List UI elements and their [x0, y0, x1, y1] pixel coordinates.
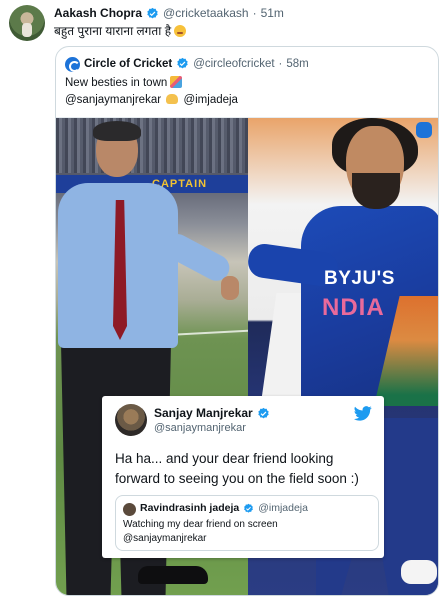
card-inner-quote: Ravindrasinh jadeja @imjadeja Watching m…	[115, 495, 379, 551]
jersey-sponsor: BYJU'S	[324, 268, 395, 289]
card-author-name: Sanjay Manjrekar	[154, 406, 253, 420]
tweet-photo[interactable]: CAPTAIN BYJU'S NDIA Sanjay Manjrekar @sa…	[56, 117, 438, 595]
verified-badge-icon	[177, 57, 188, 69]
handshake-emoji-icon	[166, 94, 179, 104]
quoted-tweet[interactable]: Circle of Cricket @circleofcricket · 58m…	[55, 46, 439, 596]
tweet-header: Aakash Chopra @cricketaakash · 51m	[54, 6, 284, 20]
jersey-country: NDIA	[322, 294, 385, 321]
mention-sanjaymanjrekar[interactable]: @sanjaymanjrekar	[65, 94, 161, 106]
quoted-author-avatar[interactable]	[65, 57, 80, 72]
inner-author-handle: @imjadeja	[258, 502, 308, 514]
author-avatar[interactable]	[9, 5, 45, 41]
man-hand	[221, 276, 239, 300]
embedded-tweet-screenshot: Sanjay Manjrekar @sanjaymanjrekar Ha ha.…	[102, 396, 384, 558]
inner-header: Ravindrasinh jadeja @imjadeja	[140, 502, 308, 514]
quoted-text: New besties in town	[65, 77, 168, 89]
card-text-line2: forward to seeing you on the field soon …	[115, 471, 359, 486]
card-author-handle: @sanjaymanjrekar	[154, 422, 246, 434]
verified-badge-icon	[147, 7, 158, 18]
inner-author-avatar	[123, 503, 136, 516]
author-name[interactable]: Aakash Chopra	[54, 6, 142, 20]
blushing-face-emoji-icon	[174, 25, 187, 37]
inner-text-line2: @sanjaymanjrekar	[123, 533, 207, 544]
circle-of-cricket-logo-icon	[416, 122, 432, 138]
stadium-stands	[56, 118, 248, 173]
party-face-emoji-icon	[170, 76, 183, 88]
card-author-avatar	[115, 404, 147, 436]
inner-text: Watching my dear friend on screen @sanja…	[123, 518, 278, 546]
man-hair	[93, 121, 141, 141]
quoted-author-handle: @circleofcricket	[193, 57, 275, 70]
inner-author-name: Ravindrasinh jadeja	[140, 502, 240, 514]
quoted-tweet-header: Circle of Cricket @circleofcricket · 58m	[84, 57, 309, 70]
card-text: Ha ha... and your dear friend looking fo…	[115, 449, 377, 489]
tweet-text-content: बहुत पुराना याराना लगता है	[54, 24, 172, 38]
quoted-text-line2: @sanjaymanjrekar @imjadeja	[65, 94, 238, 106]
man-shoe	[138, 566, 208, 584]
inner-text-line1: Watching my dear friend on screen	[123, 519, 278, 530]
verified-badge-icon	[258, 407, 269, 418]
quoted-tweet-time: 58m	[286, 57, 309, 70]
verified-badge-icon	[244, 503, 254, 513]
author-handle[interactable]: @cricketaakash	[163, 6, 249, 20]
mention-imjadeja[interactable]: @imjadeja	[183, 94, 238, 106]
tweet-text: बहुत पुराना याराना लगता है	[54, 22, 187, 39]
separator-dot: ·	[252, 6, 257, 20]
separator-dot: ·	[278, 57, 283, 70]
player-shoe	[401, 560, 437, 584]
quoted-text-line1: New besties in town	[65, 76, 183, 89]
quoted-author-name: Circle of Cricket	[84, 57, 173, 70]
tweet-time[interactable]: 51m	[261, 6, 284, 20]
tweet[interactable]: Aakash Chopra @cricketaakash · 51m बहुत …	[0, 0, 448, 600]
card-author-name-row: Sanjay Manjrekar	[154, 406, 270, 420]
twitter-bird-icon	[354, 406, 372, 421]
card-text-line1: Ha ha... and your dear friend looking	[115, 451, 334, 466]
